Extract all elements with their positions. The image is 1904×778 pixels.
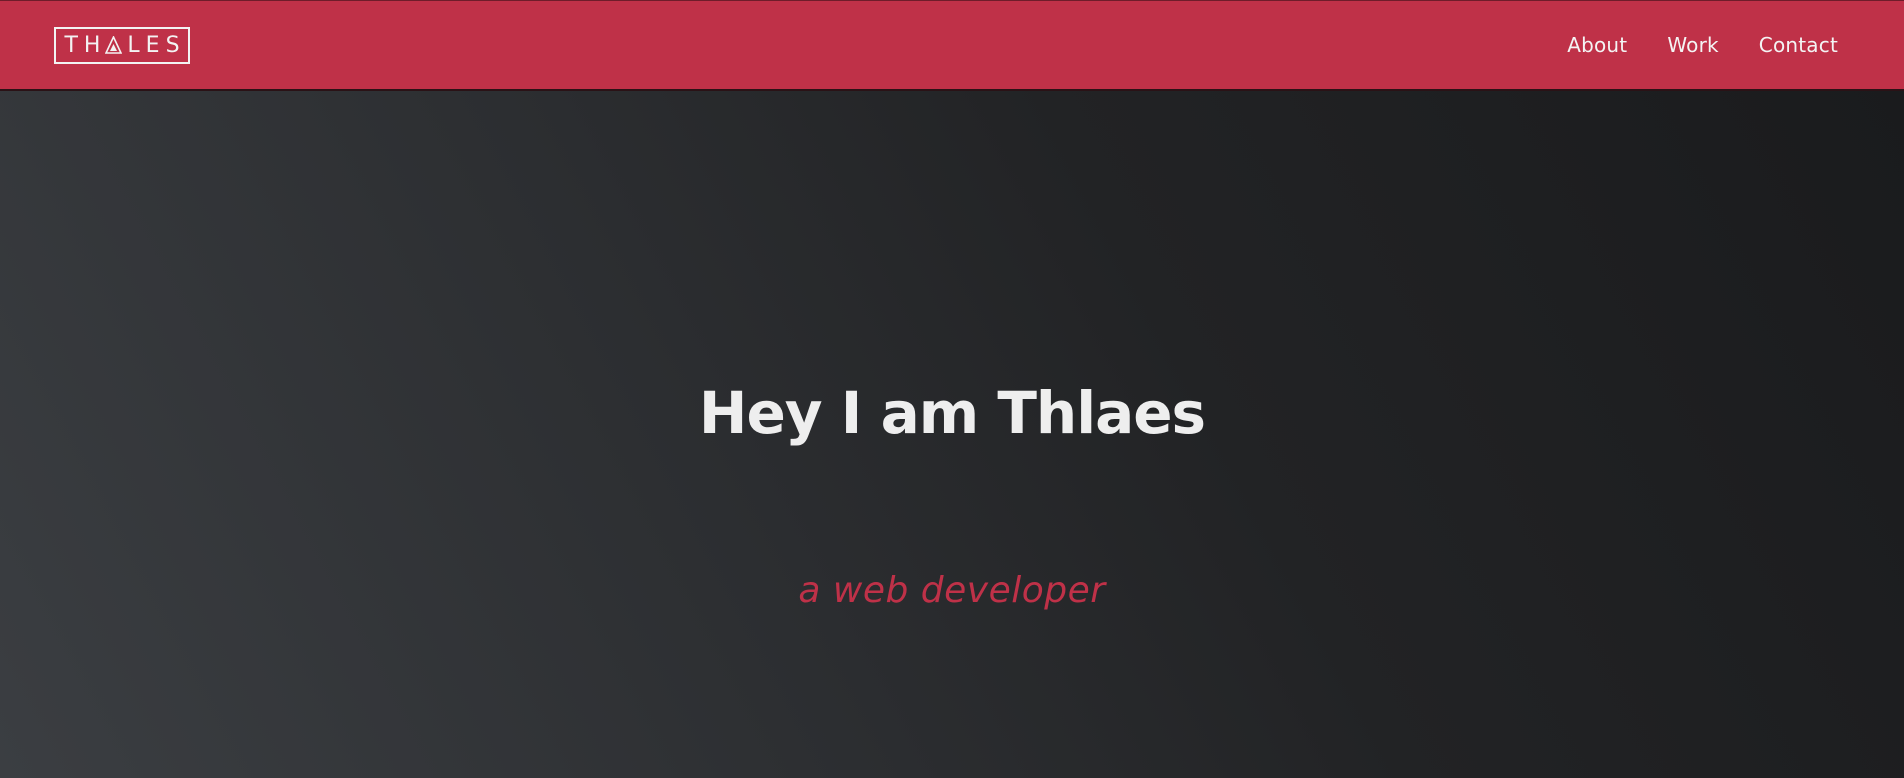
nav-link-about[interactable]: About — [1567, 33, 1627, 57]
logo-text-prefix: TH — [64, 32, 107, 58]
hero-subtitle: a web developer — [798, 570, 1106, 611]
brand-logo[interactable]: TH LES — [54, 26, 190, 64]
hero-title: Hey I am Thlaes — [698, 379, 1206, 447]
nav-link-work[interactable]: Work — [1667, 33, 1718, 57]
logo-text-suffix: LES — [127, 32, 186, 58]
main-nav: About Work Contact — [1567, 33, 1838, 57]
triangle-a-icon — [105, 36, 123, 54]
top-navbar: TH LES About Work Contact — [0, 0, 1904, 91]
nav-link-contact[interactable]: Contact — [1759, 33, 1838, 57]
